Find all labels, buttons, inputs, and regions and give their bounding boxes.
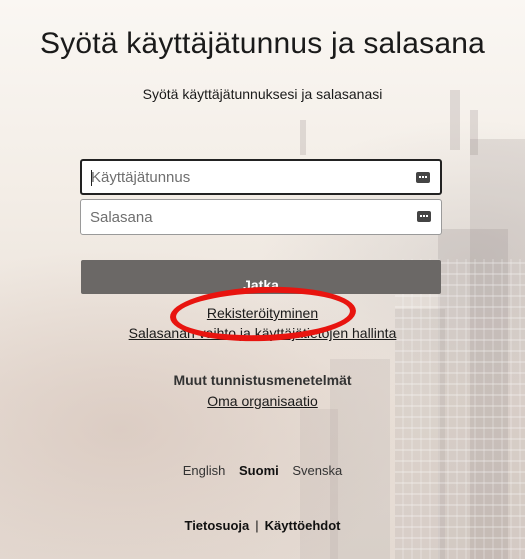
password-manager-icon[interactable] (416, 172, 430, 183)
password-manager-icon[interactable] (417, 211, 431, 222)
language-english[interactable]: English (183, 463, 226, 478)
username-field[interactable] (80, 159, 442, 195)
terms-link[interactable]: Käyttöehdot (265, 518, 341, 533)
own-organization-link[interactable]: Oma organisaatio (0, 393, 525, 409)
other-methods-heading: Muut tunnistusmenetelmät (173, 372, 352, 388)
username-input[interactable] (82, 161, 402, 193)
privacy-link[interactable]: Tietosuoja (184, 518, 249, 533)
page-title: Syötä käyttäjätunnus ja salasana (39, 27, 486, 60)
login-page: Syötä käyttäjätunnus ja salasana Syötä k… (0, 0, 525, 559)
language-svenska[interactable]: Svenska (292, 463, 342, 478)
language-suomi[interactable]: Suomi (239, 463, 279, 478)
footer: Tietosuoja | Käyttöehdot (0, 518, 525, 533)
page-subtitle: Syötä käyttäjätunnuksesi ja salasanasi (142, 86, 383, 102)
footer-separator: | (255, 518, 259, 533)
password-input[interactable] (81, 200, 401, 234)
password-field[interactable] (80, 199, 442, 235)
language-selector: English Suomi Svenska (0, 463, 525, 478)
text-cursor (91, 170, 92, 186)
